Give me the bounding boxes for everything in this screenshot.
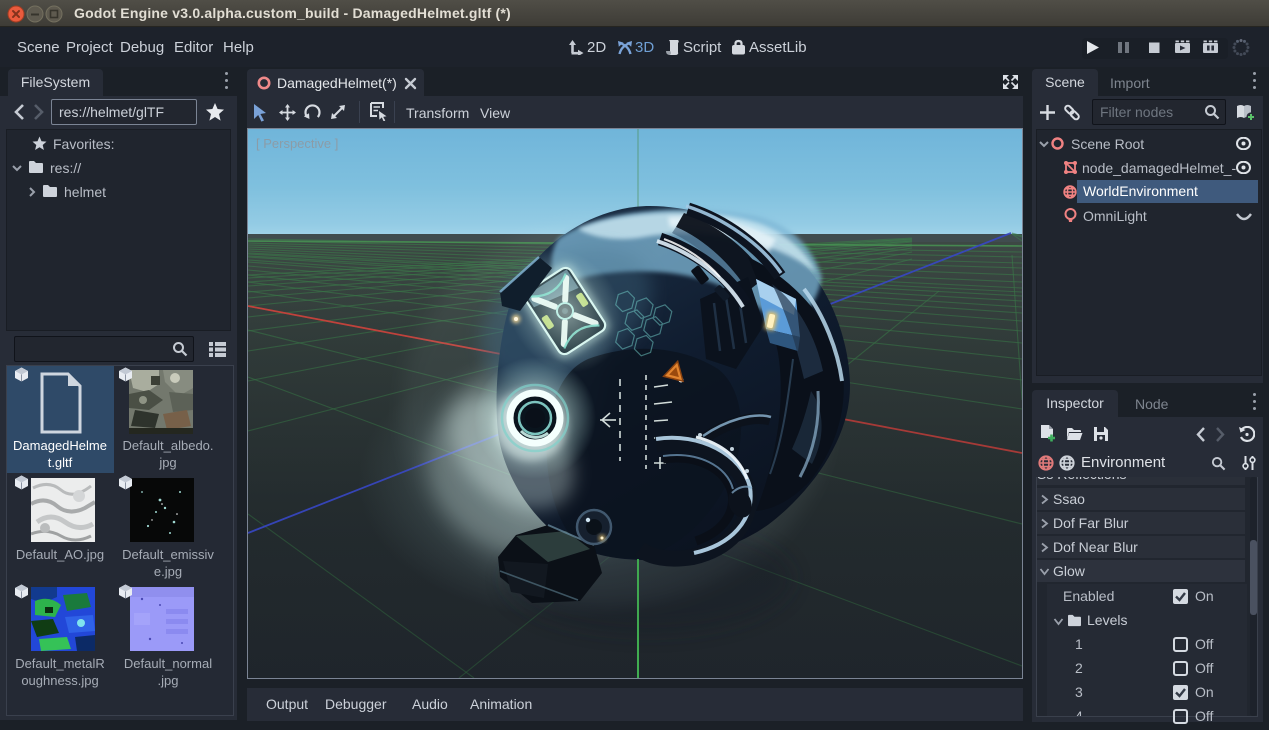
svg-text:[ Perspective ]: [ Perspective ]	[256, 136, 338, 151]
